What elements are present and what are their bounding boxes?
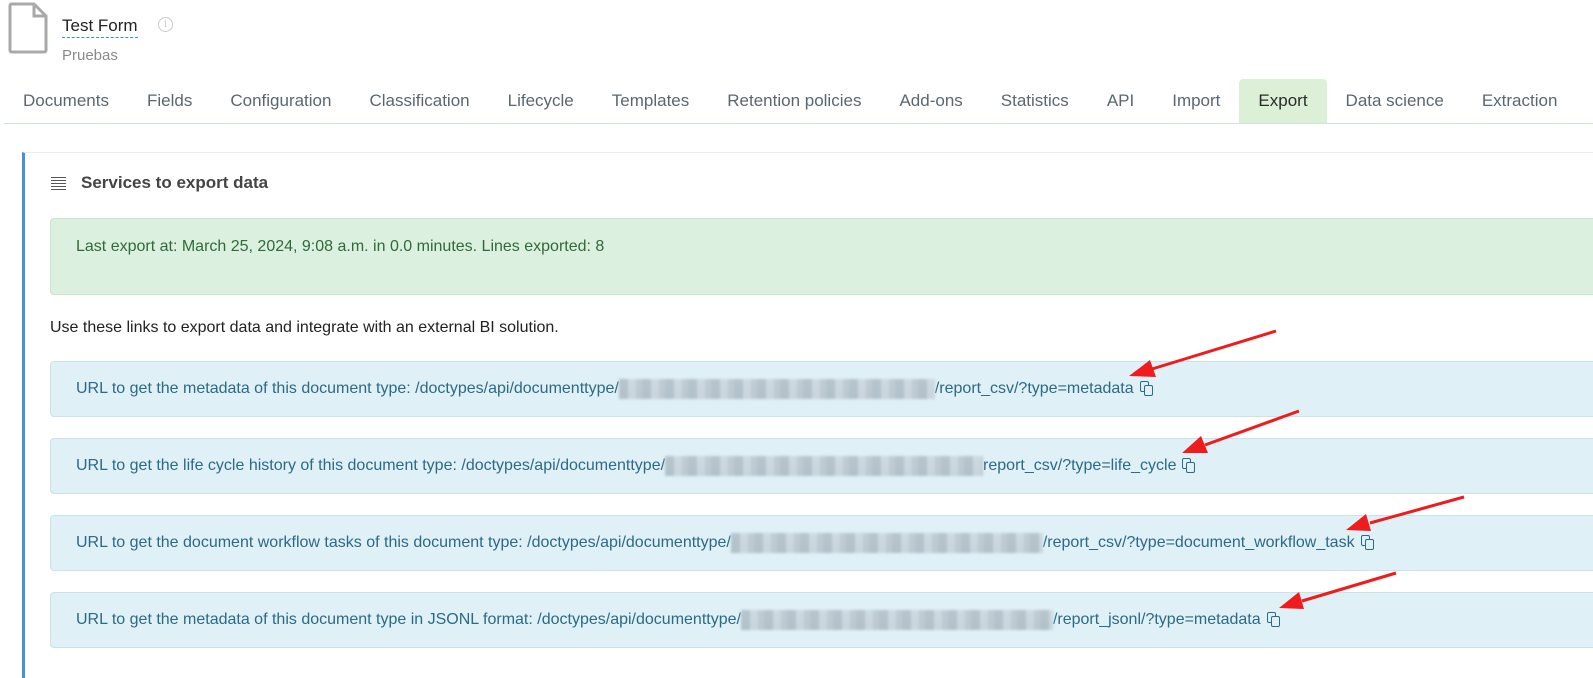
last-export-text: Last export at: March 25, 2024, 9:08 a.m… [76, 238, 605, 255]
url-label: URL to get the document workflow tasks o… [76, 534, 731, 551]
info-icon[interactable]: i [158, 17, 173, 32]
panel-title: Services to export data [81, 173, 269, 192]
redacted-id [730, 533, 1043, 553]
copy-icon[interactable] [1139, 381, 1153, 397]
metadata-url-box: URL to get the metadata of this document… [50, 361, 1593, 417]
redacted-id [618, 379, 935, 399]
page-subtitle: Pruebas [62, 47, 118, 64]
tab-export[interactable]: Export [1239, 79, 1327, 123]
tab-documents[interactable]: Documents [4, 79, 128, 123]
url-label: URL to get the metadata of this document… [76, 380, 619, 397]
page-title[interactable]: Test Form [62, 15, 138, 38]
export-services-panel: Services to export data Last export at: … [22, 152, 1593, 678]
tab-classification[interactable]: Classification [350, 79, 488, 123]
url-suffix: /report_csv/?type=document_workflow_task [1042, 534, 1355, 551]
url-label: URL to get the life cycle history of thi… [76, 457, 666, 474]
url-label: URL to get the metadata of this document… [76, 611, 741, 628]
workflow-tasks-url-box: URL to get the document workflow tasks o… [50, 515, 1593, 571]
tab-data-science[interactable]: Data science [1327, 79, 1463, 123]
copy-icon[interactable] [1266, 612, 1280, 628]
tab-bar: Documents Fields Configuration Classific… [4, 79, 1593, 124]
url-suffix: /report_jsonl/?type=metadata [1052, 611, 1261, 628]
tab-add-ons[interactable]: Add-ons [880, 79, 981, 123]
list-icon [51, 176, 66, 190]
tab-retention-policies[interactable]: Retention policies [708, 79, 880, 123]
url-suffix: report_csv/?type=life_cycle [983, 457, 1177, 474]
last-export-alert: Last export at: March 25, 2024, 9:08 a.m… [50, 218, 1593, 295]
intro-text: Use these links to export data and integ… [50, 319, 559, 336]
tab-lifecycle[interactable]: Lifecycle [489, 79, 593, 123]
tab-templates[interactable]: Templates [593, 79, 708, 123]
tab-fields[interactable]: Fields [128, 79, 211, 123]
redacted-id [740, 610, 1053, 630]
url-suffix: /report_csv/?type=metadata [934, 380, 1134, 397]
document-icon [8, 2, 48, 54]
copy-icon[interactable] [1181, 458, 1196, 474]
tab-statistics[interactable]: Statistics [982, 79, 1088, 123]
jsonl-url-box: URL to get the metadata of this document… [50, 592, 1593, 648]
tab-api[interactable]: API [1088, 79, 1153, 123]
life-cycle-url-box: URL to get the life cycle history of thi… [50, 438, 1593, 494]
tab-configuration[interactable]: Configuration [211, 79, 350, 123]
tab-extraction[interactable]: Extraction [1463, 79, 1577, 123]
tab-import[interactable]: Import [1153, 79, 1239, 123]
page-header: Test Form i Pruebas [0, 0, 1593, 78]
copy-icon[interactable] [1360, 535, 1374, 551]
redacted-id [665, 456, 984, 476]
panel-header: Services to export data [51, 173, 268, 193]
